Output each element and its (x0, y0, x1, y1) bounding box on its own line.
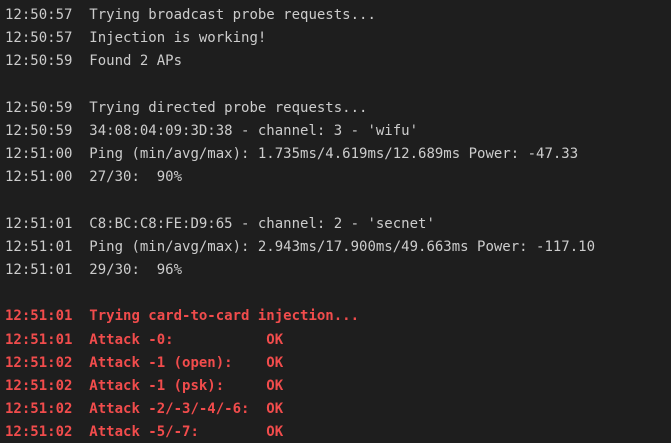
timestamp: 12:51:02 (5, 401, 73, 418)
terminal-line: 12:50:59 Trying directed probe requests.… (5, 97, 671, 120)
terminal-line-error: 12:51:02 Attack -1 (open): OK (5, 352, 671, 375)
timestamp: 12:51:01 (5, 331, 73, 348)
line-text: Attack -0: OK (89, 331, 284, 348)
timestamp: 12:50:57 (5, 7, 73, 23)
line-text: Ping (min/avg/max): 1.735ms/4.619ms/12.6… (89, 146, 579, 163)
timestamp: 12:51:01 (5, 215, 73, 232)
terminal-line: 12:50:59 Found 2 APs (5, 50, 671, 73)
terminal-line-error: 12:51:01 Attack -0: OK (5, 329, 671, 352)
line-text: C8:BC:C8:FE:D9:65 - channel: 2 - 'secnet… (89, 215, 435, 232)
line-text: Trying card-to-card injection... (89, 308, 360, 325)
terminal-output[interactable]: 12:50:57 Trying broadcast probe requests… (0, 0, 671, 443)
terminal-line: 12:51:01 C8:BC:C8:FE:D9:65 - channel: 2 … (5, 213, 671, 236)
line-text: 29/30: 96% (89, 262, 183, 279)
terminal-line: 12:51:01 Ping (min/avg/max): 2.943ms/17.… (5, 236, 671, 259)
line-text: Attack -1 (open): OK (89, 354, 284, 371)
timestamp: 12:51:00 (5, 146, 73, 163)
terminal-line: 12:50:57 Injection is working! (5, 27, 671, 50)
terminal-line-error: 12:51:02 Attack -5/-7: OK (5, 421, 671, 443)
line-text: Ping (min/avg/max): 2.943ms/17.900ms/49.… (89, 238, 596, 255)
timestamp: 12:50:57 (5, 30, 73, 47)
line-text: Injection is working! (89, 30, 267, 47)
line-text: Attack -2/-3/-4/-6: OK (89, 401, 284, 418)
line-text: 27/30: 90% (89, 169, 183, 186)
terminal-line-error: 12:51:01 Trying card-to-card injection..… (5, 305, 671, 328)
timestamp: 12:51:00 (5, 169, 73, 186)
timestamp: 12:50:59 (5, 122, 73, 139)
timestamp: 12:51:02 (5, 378, 73, 394)
terminal-line-error: 12:51:02 Attack -2/-3/-4/-6: OK (5, 398, 671, 421)
timestamp: 12:51:01 (5, 308, 73, 325)
terminal-line: 12:50:57 Trying broadcast probe requests… (5, 4, 671, 27)
line-text: Attack -1 (psk): OK (89, 378, 284, 394)
terminal-line: 12:51:00 Ping (min/avg/max): 1.735ms/4.6… (5, 143, 671, 166)
timestamp: 12:51:01 (5, 238, 73, 255)
timestamp: 12:51:02 (5, 424, 73, 441)
line-text: 34:08:04:09:3D:38 - channel: 3 - 'wifu' (89, 122, 419, 139)
terminal-line: 12:51:00 27/30: 90% (5, 166, 671, 189)
timestamp: 12:50:59 (5, 99, 73, 116)
timestamp: 12:50:59 (5, 53, 73, 70)
terminal-line: 12:51:01 29/30: 96% (5, 259, 671, 282)
timestamp: 12:51:01 (5, 262, 73, 279)
terminal-line-error: 12:51:02 Attack -1 (psk): OK (5, 375, 671, 398)
terminal-line: 12:50:59 34:08:04:09:3D:38 - channel: 3 … (5, 120, 671, 143)
line-text: Attack -5/-7: OK (89, 424, 284, 441)
line-text: Trying directed probe requests... (89, 99, 368, 116)
line-text: Trying broadcast probe requests... (89, 7, 376, 23)
timestamp: 12:51:02 (5, 354, 73, 371)
line-text: Found 2 APs (89, 53, 183, 70)
